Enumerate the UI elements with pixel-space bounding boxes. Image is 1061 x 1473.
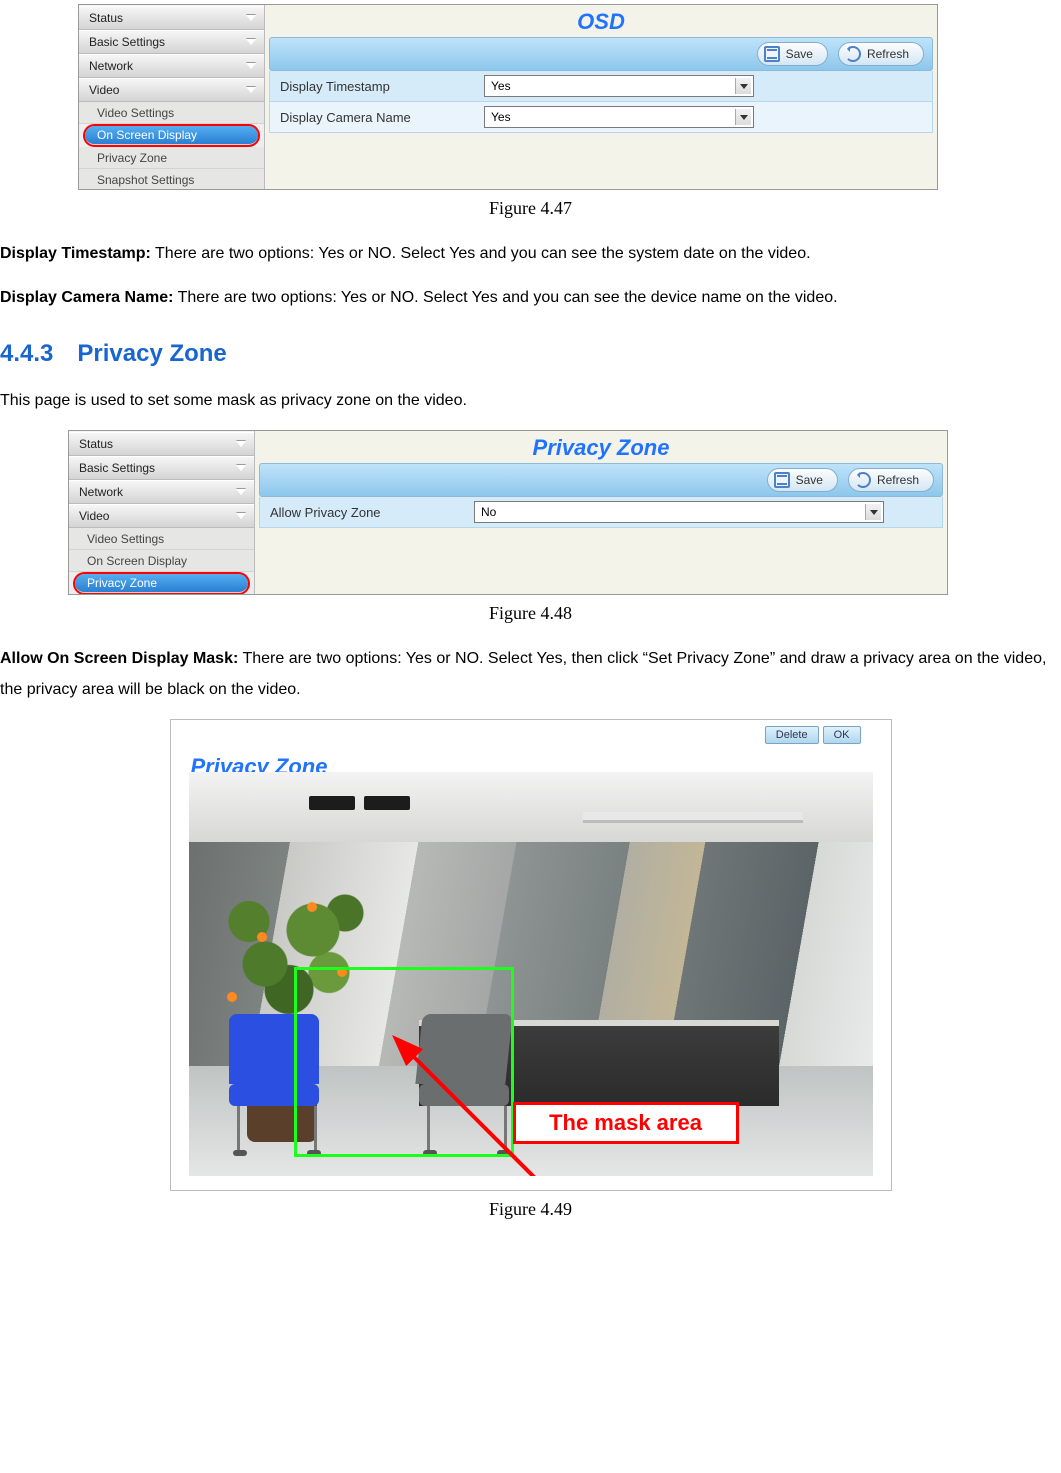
subnav-on-screen-display[interactable]: On Screen Display bbox=[85, 126, 258, 145]
row-allow-privacy-zone: Allow Privacy Zone No bbox=[259, 497, 943, 528]
para-bold: Allow On Screen Display Mask: bbox=[0, 650, 238, 667]
row-label: Display Camera Name bbox=[270, 110, 480, 125]
privacy-zone-settings-screenshot: Status Basic Settings Network Video Vide… bbox=[68, 430, 948, 595]
display-camera-name-select[interactable]: Yes bbox=[484, 106, 754, 128]
display-timestamp-select[interactable]: Yes bbox=[484, 75, 754, 97]
figure-caption: Figure 4.48 bbox=[0, 603, 1061, 624]
chevron-down-icon bbox=[236, 465, 246, 471]
row-display-timestamp: Display Timestamp Yes bbox=[269, 71, 933, 102]
scene-light bbox=[364, 796, 410, 810]
subnav-privacy-zone[interactable]: Privacy Zone bbox=[79, 147, 264, 169]
nav-status[interactable]: Status bbox=[79, 6, 264, 30]
subnav-snapshot-settings[interactable]: Snapshot Settings bbox=[79, 169, 264, 190]
toolbar: Save Refresh bbox=[269, 37, 933, 71]
nav-label: Basic Settings bbox=[89, 35, 165, 49]
paragraph-allow-osd-mask: Allow On Screen Display Mask: There are … bbox=[0, 644, 1061, 705]
nav-video[interactable]: Video bbox=[79, 78, 264, 102]
subnav-label: Privacy Zone bbox=[97, 151, 167, 165]
privacy-zone-draw-screenshot: Delete OK Privacy Zone bbox=[170, 719, 892, 1191]
chevron-down-icon bbox=[236, 441, 246, 447]
dropdown-arrow-icon bbox=[735, 109, 751, 125]
nav-basic-settings[interactable]: Basic Settings bbox=[79, 30, 264, 54]
subnav-label: On Screen Display bbox=[87, 554, 187, 568]
nav-video[interactable]: Video bbox=[69, 504, 254, 528]
scene-light bbox=[309, 796, 355, 810]
subnav-label: Video Settings bbox=[87, 532, 164, 546]
nav-label: Video bbox=[79, 509, 109, 523]
select-value: Yes bbox=[491, 79, 511, 93]
refresh-label: Refresh bbox=[867, 47, 909, 61]
nav-basic-settings[interactable]: Basic Settings bbox=[69, 456, 254, 480]
subnav-label: Privacy Zone bbox=[87, 576, 157, 590]
chevron-down-icon bbox=[246, 39, 256, 45]
para-bold: Display Camera Name: bbox=[0, 289, 173, 306]
save-icon bbox=[774, 472, 790, 488]
nav-label: Network bbox=[89, 59, 133, 73]
subnav-label: Video Settings bbox=[97, 106, 174, 120]
refresh-button[interactable]: Refresh bbox=[838, 42, 924, 66]
para-bold: Display Timestamp: bbox=[0, 245, 151, 262]
sidebar: Status Basic Settings Network Video Vide… bbox=[79, 5, 265, 189]
refresh-icon bbox=[845, 46, 861, 62]
delete-button[interactable]: Delete bbox=[765, 726, 819, 744]
allow-privacy-zone-select[interactable]: No bbox=[474, 501, 884, 523]
pane-title: OSD bbox=[269, 9, 933, 35]
nav-label: Basic Settings bbox=[79, 461, 155, 475]
nav-label: Video bbox=[89, 83, 119, 97]
subnav-video-settings[interactable]: Video Settings bbox=[79, 102, 264, 124]
pane-title: Privacy Zone bbox=[259, 435, 943, 461]
dropdown-arrow-icon bbox=[735, 78, 751, 94]
scene-ceiling-bar bbox=[583, 812, 803, 823]
row-display-camera-name: Display Camera Name Yes bbox=[269, 102, 933, 133]
figure-caption: Figure 4.47 bbox=[0, 198, 1061, 219]
save-label: Save bbox=[796, 473, 823, 487]
nav-network[interactable]: Network bbox=[79, 54, 264, 78]
osd-settings-screenshot: Status Basic Settings Network Video Vide… bbox=[78, 4, 938, 190]
toolbar: Save Refresh bbox=[259, 463, 943, 497]
figure-caption: Figure 4.49 bbox=[0, 1199, 1061, 1220]
chevron-down-icon bbox=[246, 87, 256, 93]
osd-pane: OSD Save Refresh Display Timestamp Yes D… bbox=[265, 5, 937, 189]
section-intro: This page is used to set some mask as pr… bbox=[0, 386, 1061, 416]
select-value: No bbox=[481, 505, 496, 519]
chevron-down-icon bbox=[246, 15, 256, 21]
nav-label: Status bbox=[79, 437, 113, 451]
privacy-zone-pane: Privacy Zone Save Refresh Allow Privacy … bbox=[255, 431, 947, 594]
chevron-down-icon bbox=[236, 489, 246, 495]
para-text: There are two options: Yes or NO. Select… bbox=[173, 289, 837, 306]
sidebar: Status Basic Settings Network Video Vide… bbox=[69, 431, 255, 594]
nav-status[interactable]: Status bbox=[69, 432, 254, 456]
video-preview[interactable]: The mask area bbox=[189, 772, 873, 1176]
chevron-down-icon bbox=[246, 63, 256, 69]
row-label: Allow Privacy Zone bbox=[260, 505, 470, 520]
subnav-privacy-zone[interactable]: Privacy Zone bbox=[75, 574, 248, 593]
section-heading-privacy-zone: 4.4.3 Privacy Zone bbox=[0, 340, 1061, 368]
select-value: Yes bbox=[491, 110, 511, 124]
nav-network[interactable]: Network bbox=[69, 480, 254, 504]
chevron-down-icon bbox=[236, 513, 246, 519]
save-label: Save bbox=[786, 47, 813, 61]
refresh-label: Refresh bbox=[877, 473, 919, 487]
subnav-label: On Screen Display bbox=[97, 128, 197, 142]
save-icon bbox=[764, 46, 780, 62]
paragraph-display-camera-name: Display Camera Name: There are two optio… bbox=[0, 283, 1061, 313]
subnav-label: Snapshot Settings bbox=[97, 173, 194, 187]
nav-label: Status bbox=[89, 11, 123, 25]
ok-button[interactable]: OK bbox=[823, 726, 861, 744]
row-label: Display Timestamp bbox=[270, 79, 480, 94]
paragraph-display-timestamp: Display Timestamp: There are two options… bbox=[0, 239, 1061, 269]
para-text: There are two options: Yes or NO. Select… bbox=[151, 245, 811, 262]
dropdown-arrow-icon bbox=[865, 504, 881, 520]
scene-ceiling bbox=[189, 772, 873, 842]
privacy-mask-selection[interactable] bbox=[294, 967, 514, 1157]
save-button[interactable]: Save bbox=[757, 42, 828, 66]
draw-toolbar: Delete OK bbox=[171, 720, 891, 750]
subnav-video-settings[interactable]: Video Settings bbox=[69, 528, 254, 550]
refresh-icon bbox=[855, 472, 871, 488]
subnav-on-screen-display[interactable]: On Screen Display bbox=[69, 550, 254, 572]
refresh-button[interactable]: Refresh bbox=[848, 468, 934, 492]
nav-label: Network bbox=[79, 485, 123, 499]
save-button[interactable]: Save bbox=[767, 468, 838, 492]
mask-area-callout: The mask area bbox=[513, 1102, 739, 1144]
